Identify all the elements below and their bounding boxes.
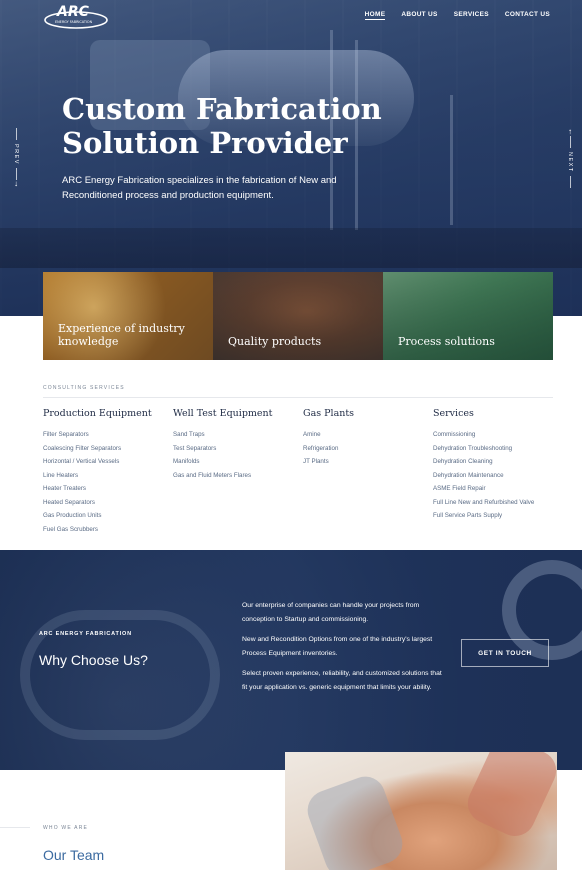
prev-label: PREV: [13, 143, 19, 165]
service-link[interactable]: Full Service Parts Supply: [433, 509, 563, 523]
main-nav: HOME ABOUT US SERVICES CONTACT US: [364, 11, 550, 20]
tile-experience[interactable]: Experience of industry knowledge: [43, 272, 213, 360]
next-line: [569, 136, 571, 148]
arrow-up-icon: ↑: [568, 127, 572, 136]
service-link[interactable]: Full Line New and Refurbished Valve: [433, 496, 563, 510]
why-paragraph: Select proven experience, reliability, a…: [242, 670, 442, 691]
section-title: Why Choose Us?: [39, 652, 148, 668]
services-column-production: Production Equipment Filter Separators C…: [43, 408, 173, 536]
column-heading: Gas Plants: [303, 408, 355, 419]
service-link[interactable]: Sand Traps: [173, 428, 303, 442]
hero-bg-pole: [450, 95, 453, 225]
hero-section: ARC ENERGY FABRICATION HOME ABOUT US SER…: [0, 0, 582, 316]
svg-text:ENERGY FABRICATION: ENERGY FABRICATION: [55, 20, 93, 24]
service-link[interactable]: Amine: [303, 428, 433, 442]
section-title: Our Team: [43, 847, 105, 863]
service-link[interactable]: Commissioning: [433, 428, 563, 442]
next-line-lower: [569, 176, 571, 188]
prev-slide-button[interactable]: PREV ↓: [11, 128, 21, 188]
next-label: NEXT: [567, 151, 573, 173]
divider: [43, 397, 553, 398]
arc-logo-icon: ARC ENERGY FABRICATION: [44, 4, 108, 29]
hero-title-line1: Custom Fabrication: [62, 92, 382, 126]
nav-about-us[interactable]: ABOUT US: [401, 11, 437, 20]
prev-line: [15, 128, 17, 140]
service-link[interactable]: JT Plants: [303, 455, 433, 469]
service-link[interactable]: Test Separators: [173, 442, 303, 456]
services-column-gas-plants: Gas Plants Amine Refrigeration JT Plants: [303, 408, 433, 536]
tile-label: Quality products: [228, 335, 322, 348]
photo-detail: [461, 752, 557, 843]
nav-services[interactable]: SERVICES: [454, 11, 489, 20]
service-link[interactable]: Gas Production Units: [43, 509, 173, 523]
service-link[interactable]: ASME Field Repair: [433, 482, 563, 496]
photo-detail: [302, 771, 408, 870]
service-link[interactable]: Dehydration Troubleshooting: [433, 442, 563, 456]
service-link[interactable]: Manifolds: [173, 455, 303, 469]
service-link[interactable]: Dehydration Maintenance: [433, 469, 563, 483]
get-in-touch-button[interactable]: GET IN TOUCH: [461, 639, 549, 667]
service-link[interactable]: Heater Treaters: [43, 482, 173, 496]
service-link[interactable]: Line Heaters: [43, 469, 173, 483]
why-paragraph: New and Recondition Options from one of …: [242, 636, 433, 657]
arrow-down-icon: ↓: [14, 178, 18, 188]
section-kicker: WHO WE ARE: [43, 825, 89, 831]
tile-label: Experience of industry knowledge: [58, 322, 185, 348]
team-photo: [285, 752, 557, 870]
service-link[interactable]: Gas and Fluid Meters Flares: [173, 469, 303, 483]
column-heading: Production Equipment: [43, 408, 152, 419]
service-link[interactable]: Filter Separators: [43, 428, 173, 442]
service-link[interactable]: Heated Separators: [43, 496, 173, 510]
why-bg-pipe: [20, 610, 220, 740]
services-column-services: Services Commissioning Dehydration Troub…: [433, 408, 563, 536]
service-link[interactable]: Fuel Gas Scrubbers: [43, 523, 173, 537]
section-kicker: CONSULTING SERVICES: [43, 385, 125, 391]
tile-quality-products[interactable]: Quality products: [213, 272, 383, 360]
why-paragraph: Our enterprise of companies can handle y…: [242, 602, 420, 623]
hero-title-line2: Solution Provider: [62, 126, 348, 160]
hero-bg-trailer: [0, 228, 582, 268]
service-link[interactable]: Refrigeration: [303, 442, 433, 456]
nav-home[interactable]: HOME: [364, 11, 386, 20]
divider: [0, 827, 30, 828]
service-link[interactable]: Dehydration Cleaning: [433, 455, 563, 469]
hero-title: Custom Fabrication Solution Provider: [62, 92, 382, 160]
section-kicker: ARC ENERGY FABRICATION: [39, 631, 132, 637]
nav-contact-us[interactable]: CONTACT US: [505, 11, 550, 20]
service-link[interactable]: Horizontal / Vertical Vessels: [43, 455, 173, 469]
svg-text:ARC: ARC: [56, 4, 90, 20]
column-heading: Services: [433, 408, 474, 419]
why-choose-us-section: ARC ENERGY FABRICATION Why Choose Us? Ou…: [0, 550, 582, 770]
services-columns: Production Equipment Filter Separators C…: [43, 408, 563, 536]
column-heading: Well Test Equipment: [173, 408, 273, 419]
service-link[interactable]: Coalescing Filter Separators: [43, 442, 173, 456]
services-column-well-test: Well Test Equipment Sand Traps Test Sepa…: [173, 408, 303, 536]
tile-process-solutions[interactable]: Process solutions: [383, 272, 553, 360]
logo[interactable]: ARC ENERGY FABRICATION: [43, 0, 109, 32]
why-text: Our enterprise of companies can handle y…: [242, 599, 442, 701]
hero-subtitle: ARC Energy Fabrication specializes in th…: [62, 175, 337, 201]
feature-tiles: Experience of industry knowledge Quality…: [43, 272, 553, 360]
tile-label: Process solutions: [398, 335, 495, 348]
next-slide-button[interactable]: ↑ NEXT: [565, 128, 575, 188]
